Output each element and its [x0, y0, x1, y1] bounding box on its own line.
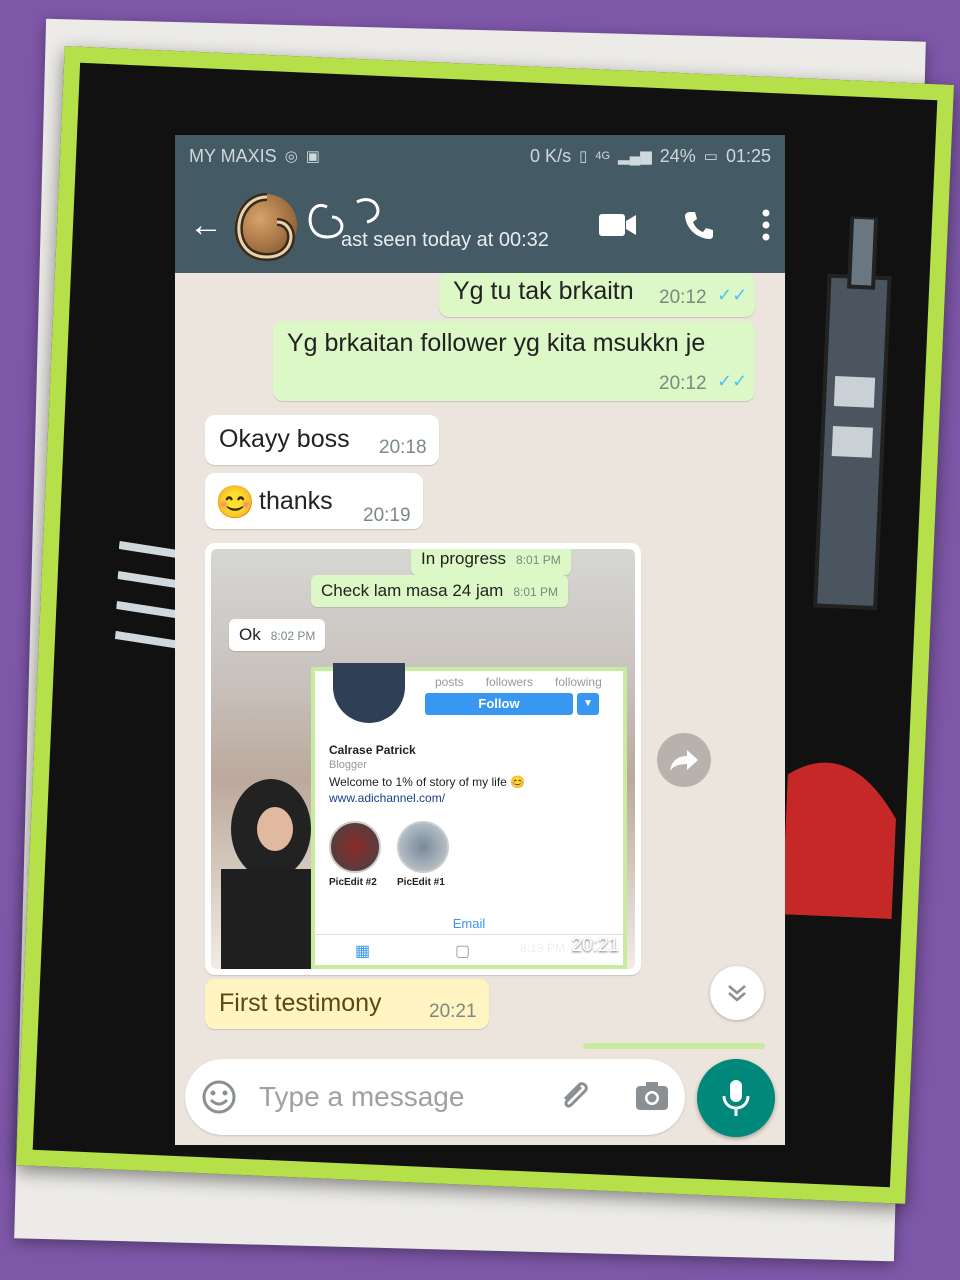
screenshot-image: In progress 8:01 PM Check lam masa 24 jam…	[211, 549, 635, 969]
inner-screenshot-time: 8:19 PM	[520, 941, 565, 955]
highlight-label: PicEdit #2	[329, 877, 377, 888]
inner-message-time: 8:01 PM	[516, 553, 561, 567]
stat-followers: followers	[485, 675, 534, 689]
message-time: 20:19	[363, 505, 411, 526]
message-text: Yg tu tak brkaitn	[453, 277, 634, 305]
clock: 01:25	[725, 145, 771, 166]
message-time: 20:12	[659, 373, 707, 394]
inner-message-incoming: Ok 8:02 PM	[229, 619, 326, 651]
chat-header: ← ast seen today at 00:32	[175, 177, 785, 273]
follow-button: Follow	[425, 693, 573, 715]
attach-icon[interactable]	[557, 1079, 593, 1120]
camera-icon[interactable]	[635, 1081, 669, 1116]
highlight-label: PicEdit #1	[397, 877, 445, 888]
person-photo	[221, 779, 321, 969]
message-text: Yg brkaitan follower yg kita msukkn je	[287, 329, 706, 357]
email-button: Email	[452, 916, 486, 931]
message-bubble-incoming[interactable]: First testimony 20:21	[205, 979, 489, 1029]
logo-swirl-icon	[234, 193, 380, 262]
header-actions	[599, 209, 771, 241]
battery-icon: ▭	[703, 148, 718, 165]
network-type: 4G	[595, 150, 611, 162]
grid-icon: ▦	[355, 943, 371, 960]
inner-message-outgoing: Check lam masa 24 jam 8:01 PM	[311, 575, 569, 607]
highlight-thumb	[329, 821, 381, 873]
decorative-bar	[583, 1043, 765, 1049]
back-arrow-icon[interactable]: ←	[189, 206, 225, 245]
message-text: Okayy boss	[219, 425, 350, 453]
emoji-icon[interactable]	[201, 1079, 237, 1120]
stat-posts: posts	[435, 675, 464, 689]
message-bubble-incoming[interactable]: Okayy boss 20:18	[205, 415, 439, 465]
profile-name: Calrase Patrick	[329, 743, 416, 757]
image-message[interactable]: In progress 8:01 PM Check lam masa 24 jam…	[205, 543, 641, 975]
profile-role: Blogger	[329, 759, 367, 771]
message-text: First testimony	[219, 989, 382, 1017]
message-composer	[185, 1059, 685, 1135]
video-call-icon[interactable]	[599, 212, 637, 238]
message-time: 20:21	[429, 1001, 477, 1022]
message-bubble-incoming[interactable]: 😊 thanks 20:19	[205, 473, 423, 529]
instagram-profile-card: posts followers following Follow ▼ Calra…	[311, 663, 627, 969]
profile-link: www.adichannel.com/	[329, 791, 446, 805]
battery-percent: 24%	[659, 145, 696, 166]
chevron-down-icon: ▼	[577, 693, 599, 715]
media-time: 20:21	[571, 935, 619, 956]
message-bubble-outgoing[interactable]: Yg brkaitan follower yg kita msukkn je 2…	[273, 321, 755, 401]
chat-area: Yg tu tak brkaitn 20:12 ✓✓ Yg brkaitan f…	[175, 273, 785, 1053]
mic-icon[interactable]	[697, 1059, 775, 1137]
read-ticks-icon: ✓✓	[717, 371, 748, 391]
inner-message-text: In progress	[421, 549, 507, 568]
read-ticks-icon: ✓✓	[717, 285, 748, 305]
profile-bio: Welcome to 1% of story of my life 😊	[329, 775, 526, 789]
tagged-icon: ▢	[455, 943, 471, 960]
stat-following: following	[555, 675, 602, 689]
message-input[interactable]	[257, 1073, 541, 1121]
message-time: 20:18	[379, 437, 427, 458]
signal-icon: ▂▄▆	[618, 148, 652, 165]
network-speed: 0 K/s	[530, 145, 572, 166]
share-icon[interactable]	[657, 733, 711, 787]
smile-emoji-icon: 😊	[215, 484, 255, 520]
inner-message-text: Check lam masa 24 jam	[321, 581, 504, 600]
inner-message-outgoing: In progress 8:01 PM	[411, 549, 571, 575]
message-bubble-outgoing[interactable]: Yg tu tak brkaitn 20:12 ✓✓	[439, 273, 755, 317]
vibrate-icon: ▯	[579, 148, 588, 165]
carrier-label: MY MAXIS	[189, 145, 277, 166]
inner-message-time: 8:02 PM	[270, 629, 316, 643]
phone-screen: MY MAXIS ◎ ▣ 0 K/s ▯ 4G ▂▄▆ 24% ▭ 01:25 …	[175, 135, 785, 1145]
message-text: thanks	[259, 487, 333, 515]
instagram-icon: ◎	[284, 148, 298, 165]
more-vert-icon[interactable]	[761, 209, 771, 241]
profile-stats: posts followers following	[435, 675, 602, 689]
message-time: 20:12	[659, 287, 707, 308]
facebook-icon: ▣	[305, 148, 320, 165]
scroll-down-icon[interactable]	[710, 966, 764, 1020]
highlight-thumb	[397, 821, 449, 873]
decorative-illustration	[781, 214, 896, 920]
phone-icon[interactable]	[683, 209, 715, 241]
status-bar: MY MAXIS ◎ ▣ 0 K/s ▯ 4G ▂▄▆ 24% ▭ 01:25	[175, 135, 785, 177]
profile-avatar	[333, 663, 405, 723]
inner-message-time: 8:01 PM	[513, 585, 559, 599]
inner-message-text: Ok	[239, 625, 261, 644]
